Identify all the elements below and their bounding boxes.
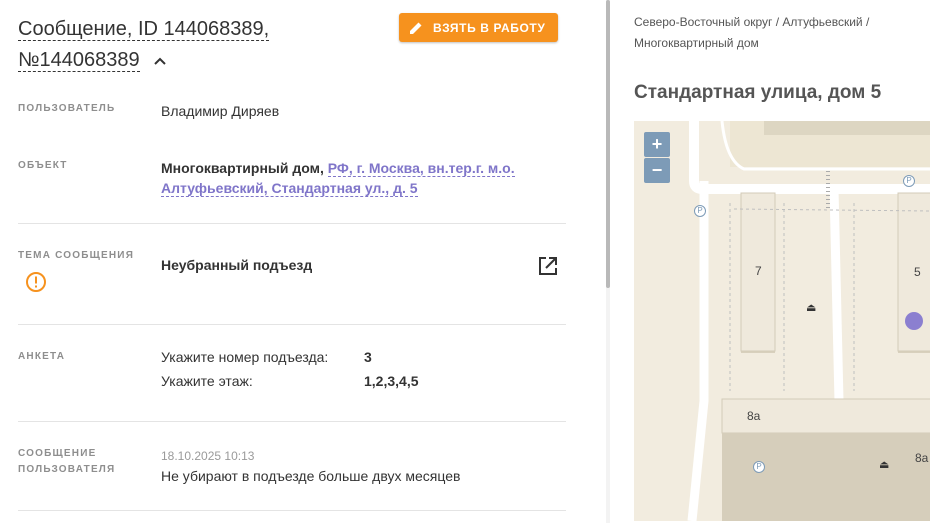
address-title: Стандартная улица, дом 5 — [634, 82, 882, 103]
topic-label: ТЕМА СООБЩЕНИЯ — [18, 250, 135, 261]
zoom-out-button[interactable]: − — [644, 158, 670, 183]
entrance-icon: ⏏ — [806, 302, 817, 314]
breadcrumb-line-2[interactable]: Многоквартирный дом — [634, 33, 924, 54]
message-panel: Сообщение, ID 144068389, №144068389 ВЗЯТ… — [0, 0, 600, 523]
pencil-icon — [410, 22, 422, 34]
message-label-1: СООБЩЕНИЕ — [18, 448, 97, 459]
survey-question-2: Укажите этаж: — [161, 373, 253, 389]
entrance-icon: ⏏ — [879, 459, 890, 471]
survey-answer-1: 3 — [364, 349, 372, 365]
message-date: 18.10.2025 10:13 — [161, 449, 255, 463]
parking-icon: P — [903, 175, 915, 187]
user-label: ПОЛЬЗОВАТЕЛЬ — [18, 103, 116, 114]
chevron-up-icon[interactable] — [153, 45, 167, 76]
parking-icon: P — [753, 461, 765, 473]
survey-answer-2: 1,2,3,4,5 — [364, 373, 419, 389]
parking-icon: P — [694, 205, 706, 217]
open-external-icon[interactable] — [537, 255, 559, 282]
object-value: Многоквартирный дом, РФ, г. Москва, вн.т… — [161, 158, 521, 198]
survey-label: АНКЕТА — [18, 351, 66, 362]
message-label-2: ПОЛЬЗОВАТЕЛЯ — [18, 464, 116, 475]
message-text: Не убирают в подъезде больше двух месяце… — [161, 468, 461, 484]
zoom-in-button[interactable]: + — [644, 132, 670, 157]
message-title[interactable]: Сообщение, ID 144068389, №144068389 — [18, 14, 308, 76]
scrollbar-thumb[interactable] — [606, 0, 610, 288]
building-label-7: 7 — [755, 264, 762, 278]
take-to-work-label: ВЗЯТЬ В РАБОТУ — [433, 20, 546, 35]
map[interactable]: + − 7 5 8а 8а P P P ⏏ ⏏ — [634, 121, 930, 521]
building-label-5: 5 — [914, 265, 921, 279]
object-label: ОБЪЕКТ — [18, 160, 68, 171]
topic-value: Неубранный подъезд — [161, 257, 313, 273]
divider — [18, 510, 566, 511]
building-label-8a-2: 8а — [915, 451, 929, 465]
object-type: Многоквартирный дом, — [161, 160, 324, 176]
message-title-text[interactable]: Сообщение, ID 144068389, №144068389 — [18, 18, 270, 72]
divider — [18, 223, 566, 224]
divider — [18, 324, 566, 325]
warning-icon — [25, 271, 47, 298]
breadcrumb-line-1[interactable]: Северо-Восточный округ / Алтуфьевский / — [634, 12, 924, 33]
user-value: Владимир Диряев — [161, 103, 280, 119]
take-to-work-button[interactable]: ВЗЯТЬ В РАБОТУ — [399, 13, 558, 42]
building-label-8a: 8а — [747, 409, 761, 423]
object-panel: Северо-Восточный округ / Алтуфьевский / … — [634, 0, 930, 523]
survey-question-1: Укажите номер подъезда: — [161, 349, 329, 365]
breadcrumb: Северо-Восточный округ / Алтуфьевский / … — [634, 12, 924, 54]
divider — [18, 421, 566, 422]
location-marker[interactable] — [905, 312, 923, 330]
